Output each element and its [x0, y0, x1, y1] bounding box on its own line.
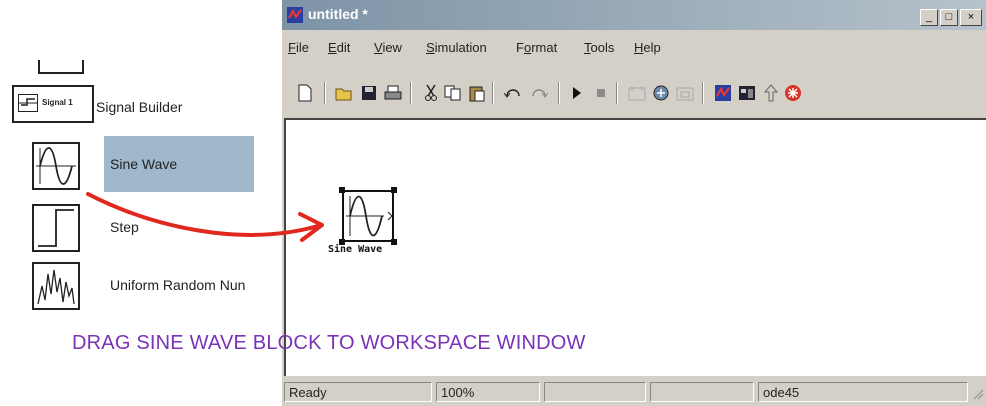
- library-item-label: Uniform Random Nun: [110, 277, 246, 293]
- cut-icon[interactable]: [420, 82, 442, 104]
- menu-help[interactable]: Help: [634, 40, 661, 55]
- undo-icon[interactable]: [502, 82, 524, 104]
- new-icon[interactable]: [294, 82, 316, 104]
- library-item-signal-builder[interactable]: Signal 1 Signal Builder: [0, 80, 282, 136]
- library-item-label: Sine Wave: [110, 156, 178, 172]
- paste-icon[interactable]: [466, 82, 488, 104]
- sine-wave-block[interactable]: [339, 187, 397, 245]
- status-text: Ready: [284, 382, 432, 402]
- start-icon[interactable]: [566, 82, 588, 104]
- menu-simulation[interactable]: Simulation: [426, 40, 487, 55]
- toolbar: [282, 76, 986, 110]
- resize-handle[interactable]: [339, 187, 345, 193]
- random-number-icon[interactable]: [32, 262, 80, 310]
- simulink-app-icon: [286, 6, 304, 24]
- status-bar: Ready 100% ode45: [282, 380, 986, 406]
- copy-icon[interactable]: [442, 82, 464, 104]
- close-button[interactable]: ×: [960, 9, 982, 26]
- sine-wave-icon: [346, 195, 393, 237]
- stop-icon[interactable]: [590, 82, 612, 104]
- step-icon[interactable]: [32, 204, 80, 252]
- block-label[interactable]: Sine Wave: [328, 244, 382, 255]
- menu-tools[interactable]: Tools: [584, 40, 614, 55]
- open-icon[interactable]: [334, 82, 356, 104]
- menu-bar: File Edit View Simulation Format Tools H…: [282, 36, 986, 60]
- print-icon[interactable]: [382, 82, 404, 104]
- partial-block-icon: [38, 60, 84, 74]
- maximize-button[interactable]: □: [940, 9, 958, 26]
- minimize-button[interactable]: _: [920, 9, 938, 26]
- library-item-label: Signal Builder: [96, 99, 183, 115]
- build-sub-icon[interactable]: [674, 82, 696, 104]
- signal-builder-icon[interactable]: Signal 1: [12, 85, 94, 123]
- signal-builder-block-text: Signal 1: [42, 98, 73, 107]
- library-item-label: Step: [110, 219, 139, 235]
- redo-icon[interactable]: [528, 82, 550, 104]
- signal-graph-icon: [18, 94, 38, 112]
- resize-handle[interactable]: [391, 187, 397, 193]
- window-title: untitled *: [308, 6, 368, 22]
- zoom-level: 100%: [436, 382, 540, 402]
- library-item-uniform-random[interactable]: Uniform Random Nun: [0, 258, 282, 314]
- sine-wave-icon[interactable]: [32, 142, 80, 190]
- save-icon[interactable]: [358, 82, 380, 104]
- model-explorer-icon[interactable]: [736, 82, 758, 104]
- resize-handle[interactable]: [391, 239, 397, 245]
- status-field-empty: [650, 382, 754, 402]
- debug-icon[interactable]: [782, 82, 804, 104]
- menu-format[interactable]: Format: [516, 40, 557, 55]
- up-icon[interactable]: [760, 82, 782, 104]
- instruction-caption: DRAG SINE WAVE BLOCK TO WORKSPACE WINDOW: [72, 332, 586, 354]
- title-bar[interactable]: untitled * _ □ ×: [282, 0, 986, 30]
- library-browser-icon[interactable]: [712, 82, 734, 104]
- build-icon[interactable]: [626, 82, 648, 104]
- update-icon[interactable]: [650, 82, 672, 104]
- solver-name: ode45: [758, 382, 968, 402]
- status-field-empty: [544, 382, 646, 402]
- library-item-step[interactable]: Step: [0, 200, 282, 256]
- menu-view[interactable]: View: [374, 40, 402, 55]
- menu-edit[interactable]: Edit: [328, 40, 350, 55]
- resize-grip-icon[interactable]: [972, 386, 984, 400]
- library-item-sine-wave[interactable]: Sine Wave: [0, 136, 282, 192]
- menu-file[interactable]: File: [288, 40, 309, 55]
